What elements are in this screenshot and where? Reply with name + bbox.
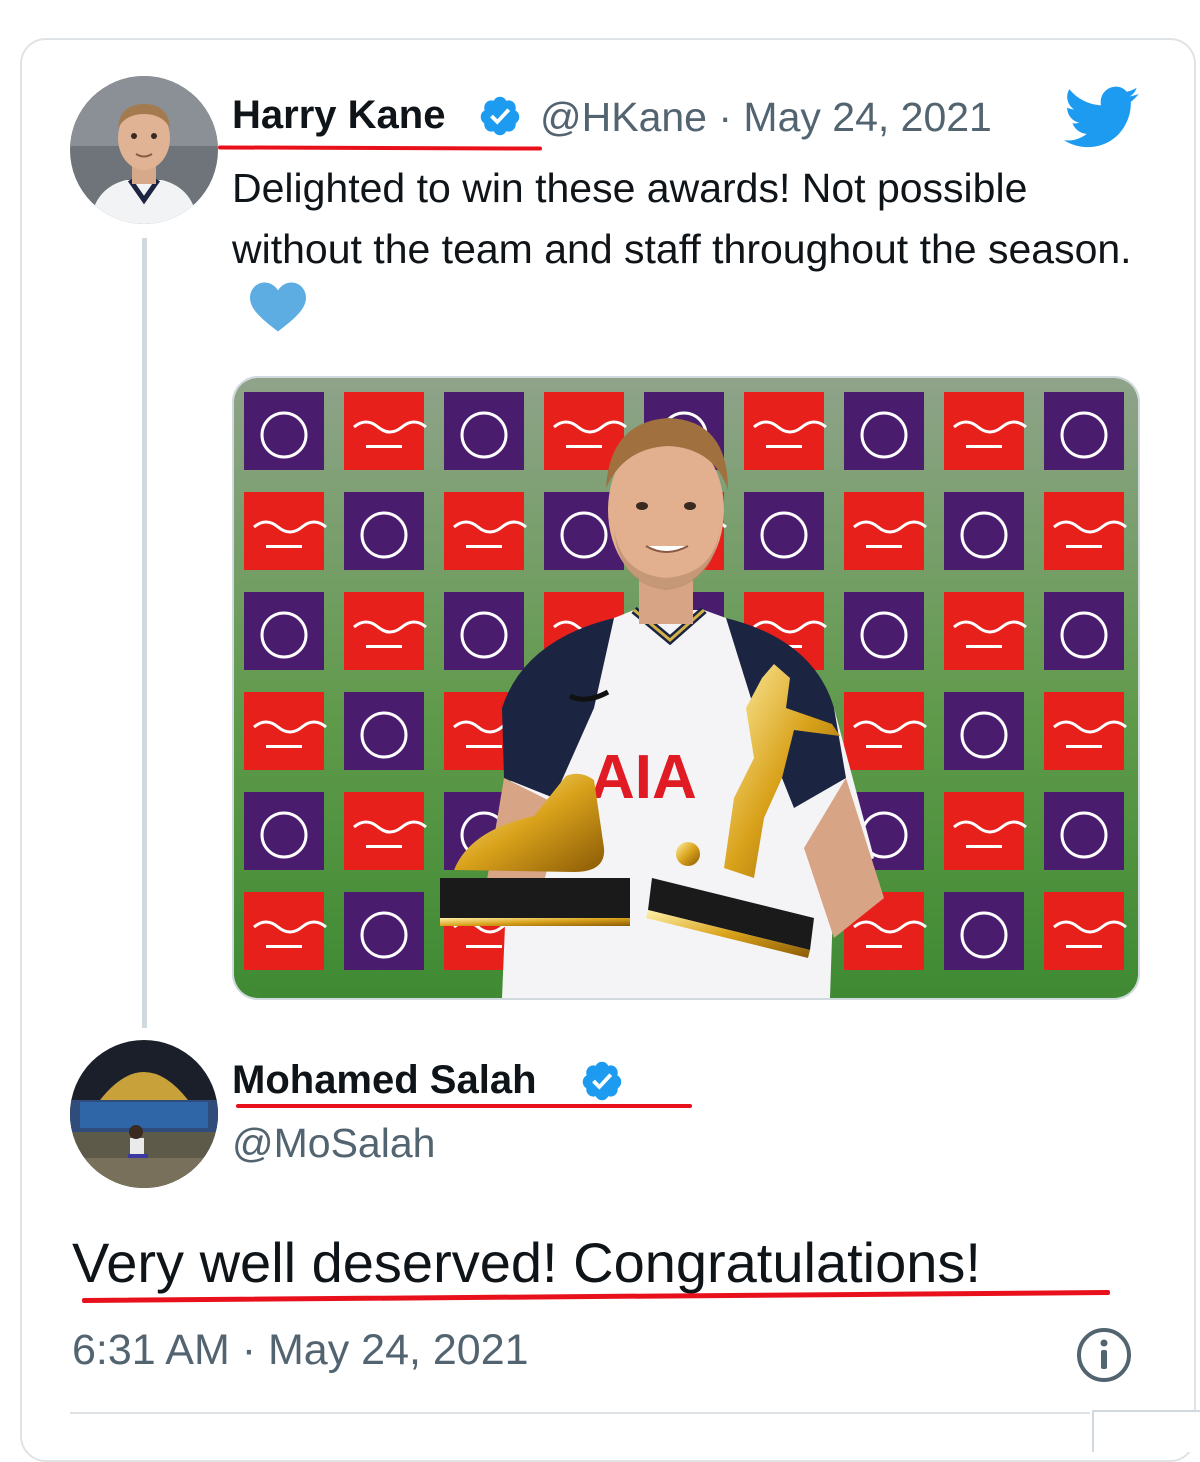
sponsor-subtitle-mark: [766, 445, 802, 448]
sponsor-subtitle-mark: [266, 945, 302, 948]
trophy-photo: AIA: [234, 378, 1138, 998]
blue-heart-icon: [250, 282, 306, 332]
sponsor-subtitle-mark: [966, 845, 1002, 848]
thread-connector-line: [142, 238, 147, 1028]
sponsor-subtitle-mark: [466, 545, 502, 548]
tweet-text: Delighted to win these awards! Not possi…: [232, 158, 1152, 341]
sponsor-subtitle-mark: [1066, 745, 1102, 748]
sponsor-subtitle-mark: [866, 945, 902, 948]
footer-divider: [70, 1412, 1090, 1414]
verified-badge-icon: [480, 96, 520, 136]
author-handle-and-date[interactable]: @HKane · May 24, 2021: [540, 94, 992, 141]
reply-author-name[interactable]: Mohamed Salah: [232, 1058, 537, 1103]
svg-text:AIA: AIA: [590, 743, 697, 812]
sponsor-subtitle-mark: [1066, 545, 1102, 548]
info-icon[interactable]: [1076, 1327, 1132, 1383]
sponsor-subtitle-mark: [966, 645, 1002, 648]
sponsor-subtitle-mark: [866, 745, 902, 748]
corner-overlay: [1092, 1410, 1200, 1452]
sponsor-subtitle-mark: [566, 445, 602, 448]
reply-author-avatar[interactable]: [70, 1040, 218, 1188]
sponsor-subtitle-mark: [466, 745, 502, 748]
author-avatar[interactable]: [70, 76, 218, 224]
sponsor-subtitle-mark: [1066, 945, 1102, 948]
sponsor-subtitle-mark: [366, 845, 402, 848]
tweet-media-image[interactable]: AIA: [232, 376, 1140, 1000]
sponsor-subtitle-mark: [466, 945, 502, 948]
sponsor-subtitle-mark: [966, 445, 1002, 448]
tweet-text-content: Delighted to win these awards! Not possi…: [232, 165, 1132, 272]
annotation-underline: [236, 1104, 692, 1108]
verified-badge-icon: [582, 1061, 622, 1101]
sponsor-subtitle-mark: [266, 545, 302, 548]
reply-timestamp[interactable]: 6:31 AM · May 24, 2021: [72, 1326, 529, 1375]
sponsor-subtitle-mark: [266, 745, 302, 748]
reply-tweet-text: Very well deserved! Congratulations!: [72, 1231, 981, 1294]
sponsor-subtitle-mark: [866, 545, 902, 548]
author-name[interactable]: Harry Kane: [232, 93, 445, 138]
twitter-bird-icon[interactable]: [1064, 86, 1140, 150]
sponsor-subtitle-mark: [366, 645, 402, 648]
sponsor-subtitle-mark: [366, 445, 402, 448]
reply-author-handle[interactable]: @MoSalah: [232, 1120, 435, 1167]
